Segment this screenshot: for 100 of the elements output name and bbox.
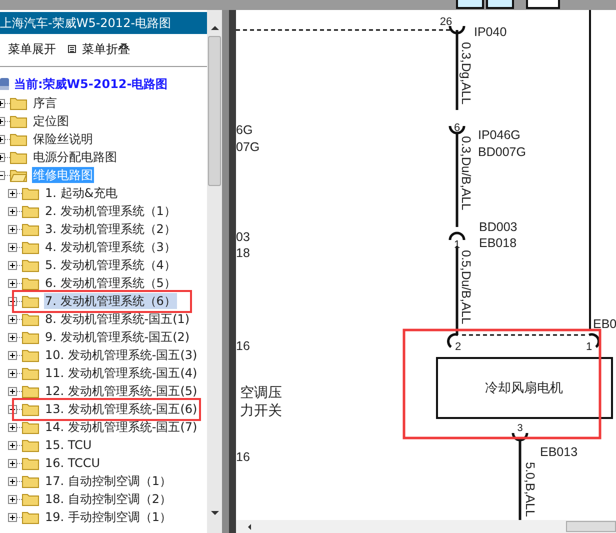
window-icon[interactable] bbox=[456, 0, 484, 9]
folder-icon bbox=[10, 150, 27, 164]
tree-item[interactable]: 14. 发动机管理系统-国五(7) bbox=[44, 419, 198, 435]
wire-label: 0.5,Du/B,ALL bbox=[459, 250, 473, 324]
folder-icon bbox=[22, 438, 39, 452]
expander-icon[interactable] bbox=[8, 350, 17, 360]
pin-number: 1 bbox=[586, 341, 592, 353]
side-label: 6G bbox=[236, 123, 253, 137]
connector-icon bbox=[512, 432, 528, 442]
list-icon bbox=[68, 45, 76, 53]
component-label: 冷却风扇电机 bbox=[485, 381, 563, 396]
expander-icon[interactable] bbox=[8, 260, 17, 270]
tree-item[interactable]: 8. 发动机管理系统-国五(1) bbox=[44, 311, 191, 327]
pin-number: 1 bbox=[454, 239, 460, 251]
scroll-left-arrow-icon[interactable] bbox=[248, 524, 251, 530]
expander-icon[interactable] bbox=[8, 494, 17, 504]
folder-icon bbox=[22, 204, 39, 218]
wire-label: 0.3,Dg,ALL bbox=[459, 42, 473, 105]
tree-item[interactable]: 13. 发动机管理系统-国五(6) bbox=[44, 401, 198, 417]
window-icon[interactable] bbox=[486, 0, 514, 9]
collapse-menu-button[interactable]: 菜单折叠 bbox=[68, 40, 130, 58]
tree-item[interactable]: 3. 发动机管理系统（2） bbox=[44, 221, 177, 237]
tree-item[interactable]: 12. 发动机管理系统-国五(5) bbox=[44, 383, 198, 399]
folder-icon bbox=[22, 510, 39, 524]
connector-code: EB0 bbox=[593, 317, 616, 331]
tree-item[interactable]: 10. 发动机管理系统-国五(3) bbox=[44, 347, 198, 363]
connector-code: IP040 bbox=[474, 25, 507, 39]
scrollbar-thumb[interactable] bbox=[566, 521, 616, 532]
tree-item[interactable]: 2. 发动机管理系统（1） bbox=[44, 203, 177, 219]
scrollbar-thumb[interactable] bbox=[208, 36, 221, 186]
current-manual-label: 当前:荣威W5-2012-电路图 bbox=[14, 76, 168, 92]
folder-icon bbox=[10, 132, 27, 146]
folder-icon bbox=[22, 384, 39, 398]
folder-icon bbox=[22, 294, 39, 308]
pin-number: 2 bbox=[454, 341, 462, 353]
expander-icon[interactable] bbox=[8, 386, 17, 396]
tree-item[interactable]: 11. 发动机管理系统-国五(4) bbox=[44, 365, 198, 381]
expander-icon[interactable] bbox=[8, 188, 17, 198]
tree-item[interactable]: 4. 发动机管理系统（3） bbox=[44, 239, 177, 255]
expander-icon[interactable] bbox=[8, 422, 17, 432]
folder-icon bbox=[22, 222, 39, 236]
folder-icon bbox=[22, 348, 39, 362]
tree-item[interactable]: 保险丝说明 bbox=[32, 131, 94, 147]
side-label: 07G bbox=[236, 140, 260, 154]
side-label: 16 bbox=[236, 339, 250, 353]
expander-icon[interactable] bbox=[8, 476, 17, 486]
folder-icon bbox=[22, 276, 39, 290]
tree-item[interactable]: 1. 起动&充电 bbox=[44, 185, 119, 201]
folder-icon bbox=[22, 312, 39, 326]
folder-icon bbox=[22, 402, 39, 416]
folder-icon bbox=[22, 474, 39, 488]
window-icon[interactable] bbox=[526, 0, 560, 9]
tree-item[interactable]: 序言 bbox=[32, 95, 58, 111]
expander-icon[interactable] bbox=[8, 242, 17, 252]
side-label: 空调压 bbox=[240, 385, 282, 401]
connector-code: IP046G bbox=[478, 128, 520, 142]
horizontal-scrollbar[interactable] bbox=[236, 520, 616, 533]
connector-icon bbox=[588, 333, 600, 348]
folder-icon bbox=[22, 186, 39, 200]
expander-icon[interactable] bbox=[8, 224, 17, 234]
expander-icon[interactable] bbox=[8, 458, 17, 468]
tree-item[interactable]: 17. 自动控制空调（1） bbox=[44, 473, 173, 489]
wire-label: 5.0,B,ALL bbox=[523, 462, 537, 517]
expander-icon[interactable] bbox=[8, 512, 17, 522]
folder-icon bbox=[22, 456, 39, 470]
expander-icon[interactable] bbox=[8, 314, 17, 324]
connector-code: EB018 bbox=[479, 236, 517, 250]
tree-item[interactable]: 5. 发动机管理系统（4） bbox=[44, 257, 177, 273]
folder-icon bbox=[22, 330, 39, 344]
tree-item[interactable]: 7. 发动机管理系统（6） bbox=[44, 293, 177, 309]
pin-number: 3 bbox=[517, 423, 523, 434]
folder-icon bbox=[22, 258, 39, 272]
expander-icon[interactable] bbox=[8, 368, 17, 378]
folder-icon bbox=[10, 114, 27, 128]
wire-label: 0.3,Du/B,ALL bbox=[459, 136, 473, 210]
tree-item[interactable]: 电源分配电路图 bbox=[32, 149, 118, 165]
tree-item[interactable]: 6. 发动机管理系统（5） bbox=[44, 275, 177, 291]
expander-icon[interactable] bbox=[8, 332, 17, 342]
folder-icon bbox=[22, 420, 39, 434]
connector-icon bbox=[448, 26, 466, 34]
side-label: 力开关 bbox=[240, 403, 282, 419]
folder-icon bbox=[22, 366, 39, 380]
tree-item[interactable]: 19. 手动控制空调（1） bbox=[44, 509, 173, 525]
tree-item[interactable]: 定位图 bbox=[32, 113, 70, 129]
expander-icon[interactable] bbox=[8, 278, 17, 288]
expander-icon[interactable] bbox=[8, 206, 17, 216]
vertical-scrollbar[interactable] bbox=[207, 10, 222, 533]
side-label: 18 bbox=[236, 246, 250, 260]
side-label: 16 bbox=[236, 450, 250, 464]
folder-icon bbox=[22, 492, 39, 506]
expand-menu-button[interactable]: 菜单展开 bbox=[8, 40, 56, 58]
tree-item[interactable]: 16. TCCU bbox=[44, 455, 102, 471]
expander-icon[interactable] bbox=[8, 440, 17, 450]
tree-item[interactable]: 18. 自动控制空调（2） bbox=[44, 491, 173, 507]
tree-item[interactable]: 15. TCU bbox=[44, 437, 93, 453]
connector-icon bbox=[447, 333, 458, 348]
connector-icon bbox=[448, 232, 466, 240]
pin-number: 6 bbox=[454, 122, 460, 134]
tree-item[interactable]: 9. 发动机管理系统-国五(2) bbox=[44, 329, 191, 345]
connector-code: BD003 bbox=[479, 220, 518, 234]
